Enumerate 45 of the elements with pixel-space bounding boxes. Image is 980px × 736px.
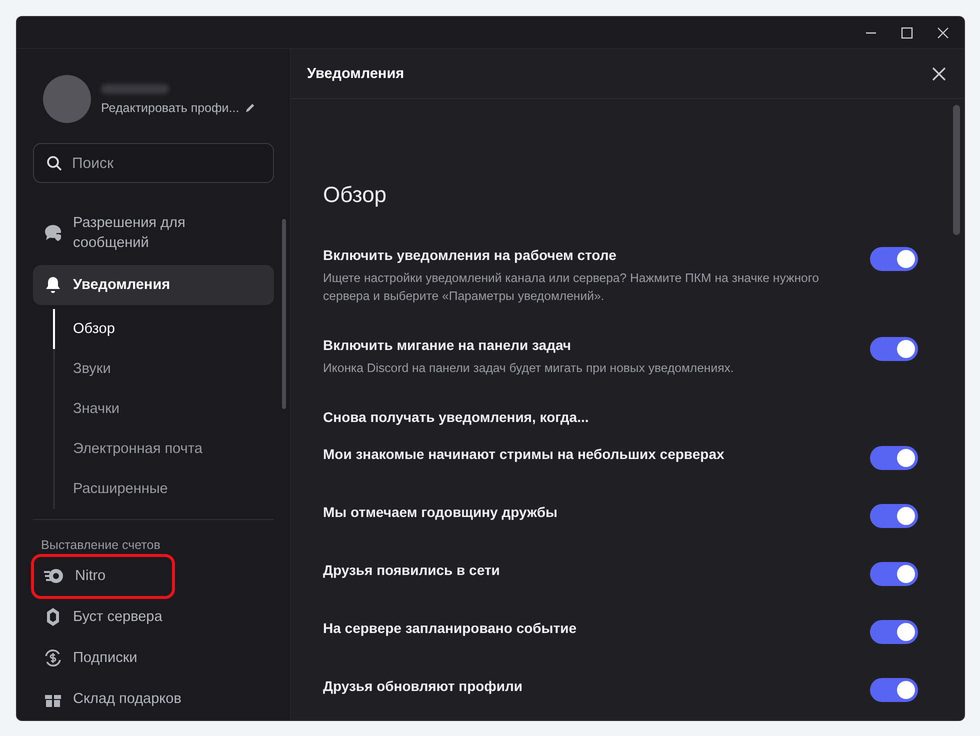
setting-description: Иконка Discord на панели задач будет мигать при новых уведомлениях. [323,360,734,377]
sidebar-subitem[interactable]: Расширенные [53,469,274,509]
group-heading: Снова получать уведомления, когда... [323,409,590,425]
setting-label: Включить мигание на панели задач [323,337,572,353]
sidebar-subitem[interactable]: Электронная почта [53,429,274,469]
toggle-switch[interactable] [870,247,918,271]
setting-label: На сервере запланировано событие [323,620,577,636]
sidebar-item[interactable]: Склад подарков [33,678,192,720]
setting-label: Друзья появились в сети [323,562,500,578]
setting-description: Ищете настройки уведомлений канала или сервера? Нажмите ПКМ на значке нужного сервера и выберите «Параметры уведомлений». [323,270,820,305]
sidebar-subitem[interactable]: Значки [53,389,274,429]
setting-label: Включить уведомления на рабочем столе [323,247,618,263]
maximize-icon[interactable] [901,26,913,38]
toggle-switch[interactable] [870,620,918,644]
sidebar-item[interactable]: Nitro [33,556,173,597]
blurred-username [101,84,169,94]
sidebar-subitem[interactable]: Обзор [53,309,274,349]
search-field[interactable]: Поиск [33,143,274,183]
dollar-cycle-icon [43,648,63,668]
pencil-icon [245,102,256,113]
sidebar-subitem[interactable]: Звуки [53,349,274,389]
panel-title: Уведомления [307,66,404,82]
setting-label: Мы отмечаем годовщину дружбы [323,504,558,520]
toggle-switch[interactable] [870,504,918,528]
scrollbar[interactable] [282,219,286,409]
nitro-icon [43,568,65,584]
sidebar-item[interactable]: Подписки [33,638,173,679]
chat-shield-icon [43,223,63,243]
sidebar-item[interactable]: Уведомления [33,265,274,305]
toggle-switch[interactable] [870,446,918,470]
toggle-switch[interactable] [870,337,918,361]
close-icon[interactable] [932,66,946,80]
setting-label: Друзья обновляют профили [323,678,523,694]
bell-icon [43,275,63,295]
search-icon [46,155,62,171]
close-icon[interactable] [937,26,949,38]
section-title: Обзор [323,182,388,208]
edit-profile-link[interactable]: Редактировать профи... [101,100,256,114]
sidebar-item[interactable]: Разрешения для сообщений [33,207,274,259]
toggle-switch[interactable] [870,678,918,702]
scrollbar[interactable] [953,105,960,235]
toggle-switch[interactable] [870,562,918,586]
section-heading: Выставление счетов [40,538,162,552]
sidebar-item[interactable]: Буст сервера [33,596,173,638]
setting-label: Мои знакомые начинают стримы на небольших серверах [323,446,724,462]
